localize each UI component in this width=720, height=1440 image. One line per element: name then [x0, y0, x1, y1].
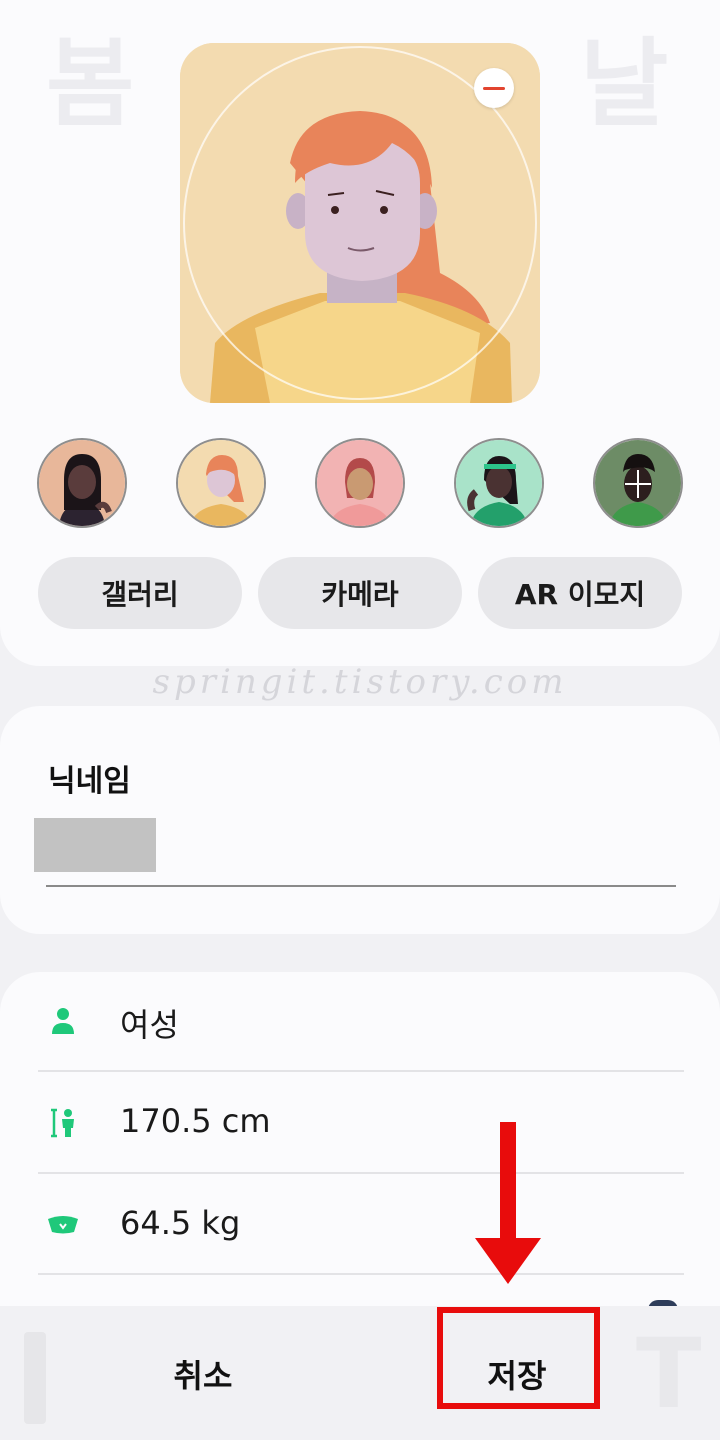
gender-row[interactable]: 여성 — [38, 970, 684, 1072]
ghost-shape — [24, 1332, 46, 1424]
weight-value: 64.5 kg — [120, 1204, 241, 1242]
watermark-text: springit.tistory.com — [152, 662, 568, 702]
height-icon — [51, 1108, 74, 1138]
avatar-thumb-3[interactable] — [315, 438, 405, 528]
avatar-thumb-1[interactable] — [37, 438, 127, 528]
gallery-button[interactable]: 갤러리 — [38, 557, 242, 629]
annotation-highlight-box — [437, 1307, 600, 1409]
cancel-button[interactable]: 취소 — [108, 1328, 298, 1420]
person-icon — [52, 1008, 74, 1034]
row-divider — [38, 1273, 684, 1275]
nickname-input[interactable] — [34, 818, 156, 872]
annotation-arrow-shaft — [500, 1122, 516, 1244]
ar-emoji-button[interactable]: AR 이모지 — [478, 557, 682, 629]
height-value: 170.5 cm — [120, 1102, 271, 1140]
gender-value: 여성 — [120, 1006, 179, 1044]
nickname-label: 닉네임 — [48, 764, 131, 799]
background-letter: 날 — [580, 28, 669, 140]
annotation-arrow-head — [475, 1238, 541, 1284]
minus-circle-icon[interactable] — [474, 68, 514, 108]
weight-scale-icon — [48, 1216, 78, 1234]
ghost-letter: T — [636, 1318, 702, 1430]
avatar-thumb-2[interactable] — [176, 438, 266, 528]
bottom-action-bar: T 취소 저장 — [0, 1306, 720, 1440]
nickname-underline — [46, 885, 676, 887]
camera-button[interactable]: 카메라 — [258, 557, 462, 629]
background-letter: 봄 — [46, 28, 135, 140]
height-row[interactable]: 170.5 cm — [38, 1072, 684, 1174]
avatar-thumb-5[interactable] — [593, 438, 683, 528]
weight-row[interactable]: 64.5 kg — [38, 1174, 684, 1276]
avatar-thumb-4[interactable] — [454, 438, 544, 528]
